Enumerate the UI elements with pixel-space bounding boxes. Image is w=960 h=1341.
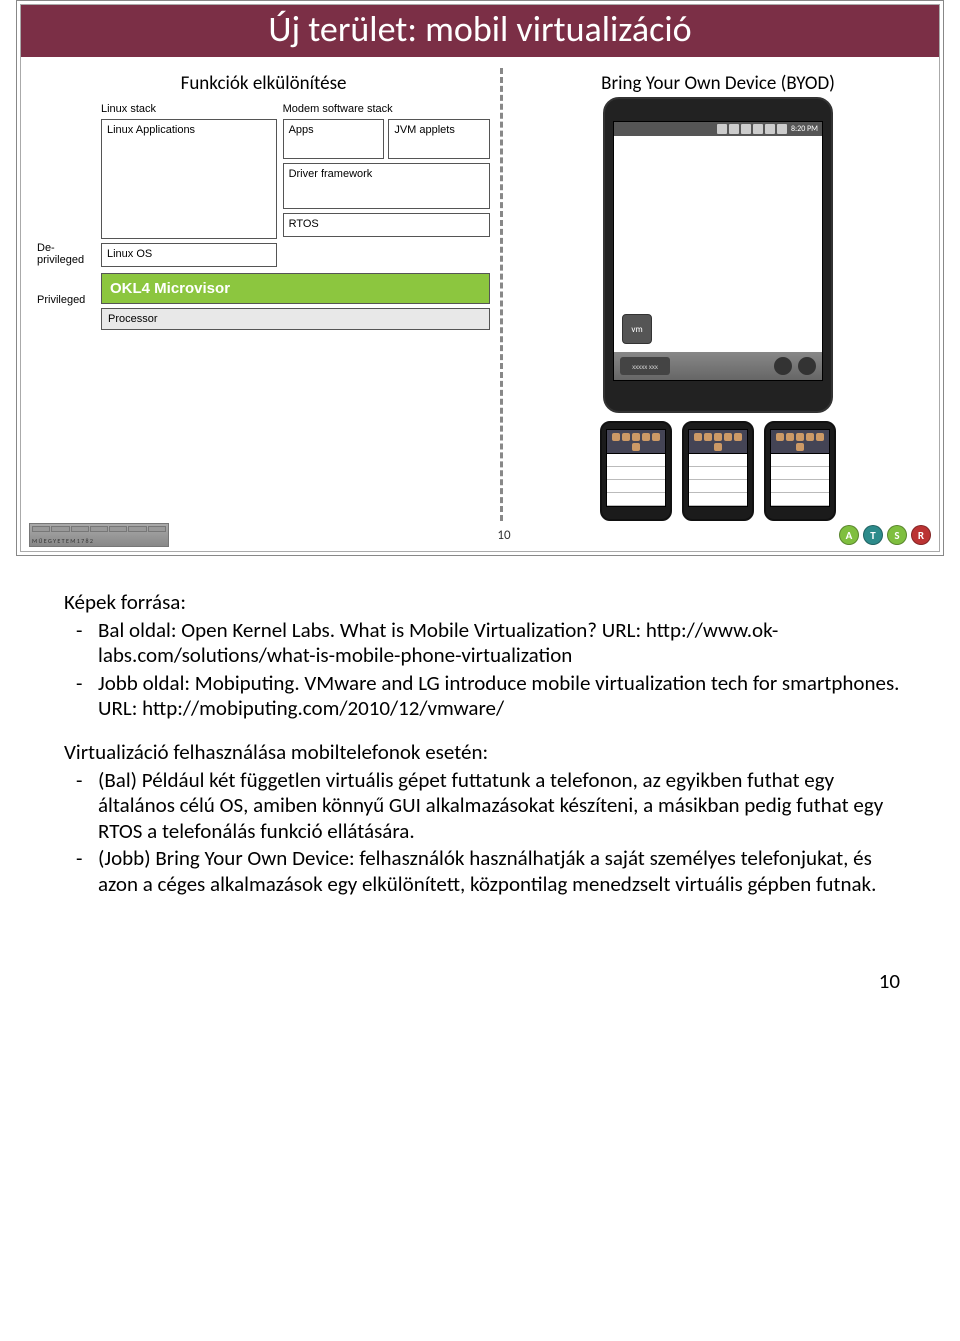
box-okl4-microvisor: OKL4 Microvisor <box>101 273 490 304</box>
status-icon <box>729 124 739 134</box>
modem-stack-header: Modem software stack <box>283 103 491 115</box>
box-apps: Apps <box>283 119 385 159</box>
slide-title: Új terület: mobil virtualizáció <box>21 5 939 58</box>
usage-item: (Bal) Például két független virtuális gé… <box>64 768 900 845</box>
dock-chip: xxxxx xxx <box>620 357 670 375</box>
box-linux-os: Linux OS <box>101 243 277 267</box>
speaker-notes: Képek forrása: Bal oldal: Open Kernel La… <box>64 590 900 898</box>
vm-widget-icon: vm <box>622 314 652 344</box>
mini-phones-row <box>513 421 923 521</box>
linux-stack-header: Linux stack <box>101 103 277 115</box>
sources-heading: Képek forrása: <box>64 590 900 616</box>
phone-time: 8:20 PM <box>791 124 818 134</box>
mini-phone <box>682 421 754 521</box>
slide-body: Funkciók elkülönítése De-privileged Priv… <box>21 58 939 521</box>
phone-screen: 8:20 PM vm xxxxx xxx <box>613 121 823 381</box>
left-subtitle: Funkciók elkülönítése <box>37 72 490 95</box>
label-privileged: Privileged <box>37 294 95 306</box>
university-text: M Ű E G Y E T E M 1 7 8 2 <box>32 537 166 545</box>
badge-icon: R <box>911 525 931 545</box>
status-icon <box>741 124 751 134</box>
usage-item: (Jobb) Bring Your Own Device: felhasznál… <box>64 846 900 897</box>
source-item: Jobb oldal: Mobiputing. VMware and LG in… <box>64 671 900 722</box>
phone-status-bar: 8:20 PM <box>614 122 822 136</box>
okl4-diagram: De-privileged Privileged Linux stack Lin… <box>37 103 490 330</box>
box-processor: Processor <box>101 308 490 330</box>
slide-inner: Új terület: mobil virtualizáció Funkciók… <box>20 4 940 552</box>
badge-icon: S <box>887 525 907 545</box>
badge-icon: T <box>863 525 883 545</box>
page-number: 10 <box>0 968 900 994</box>
usage-heading: Virtualizáció felhasználása mobiltelefon… <box>64 740 900 766</box>
slide-page-number: 10 <box>497 528 510 543</box>
status-icon <box>717 124 727 134</box>
mini-phone <box>764 421 836 521</box>
label-deprivileged: De-privileged <box>37 242 95 266</box>
right-column: Bring Your Own Device (BYOD) <box>507 68 929 521</box>
status-icon <box>753 124 763 134</box>
battery-icon <box>777 124 787 134</box>
dock-dot-icon <box>774 357 792 375</box>
slide-footer: M Ű E G Y E T E M 1 7 8 2 10 A T S R <box>21 521 939 551</box>
box-driver-framework: Driver framework <box>283 163 491 209</box>
right-subtitle: Bring Your Own Device (BYOD) <box>513 72 923 95</box>
okl4-side-labels: De-privileged Privileged <box>37 103 95 330</box>
status-icons <box>717 124 787 134</box>
box-jvm-applets: JVM applets <box>388 119 490 159</box>
university-logo: M Ű E G Y E T E M 1 7 8 2 <box>29 523 169 547</box>
left-column: Funkciók elkülönítése De-privileged Priv… <box>31 68 496 521</box>
phone-dock: xxxxx xxx <box>614 352 822 380</box>
vertical-divider <box>500 68 503 521</box>
box-rtos: RTOS <box>283 213 491 237</box>
footer-badges: A T S R <box>839 525 931 545</box>
source-item: Bal oldal: Open Kernel Labs. What is Mob… <box>64 618 900 669</box>
slide: Új terület: mobil virtualizáció Funkciók… <box>16 0 944 556</box>
box-linux-applications: Linux Applications <box>101 119 277 239</box>
mini-phone <box>600 421 672 521</box>
badge-icon: A <box>839 525 859 545</box>
phone-mockup: 8:20 PM vm xxxxx xxx <box>603 97 833 413</box>
signal-icon <box>765 124 775 134</box>
dock-dot-icon <box>798 357 816 375</box>
